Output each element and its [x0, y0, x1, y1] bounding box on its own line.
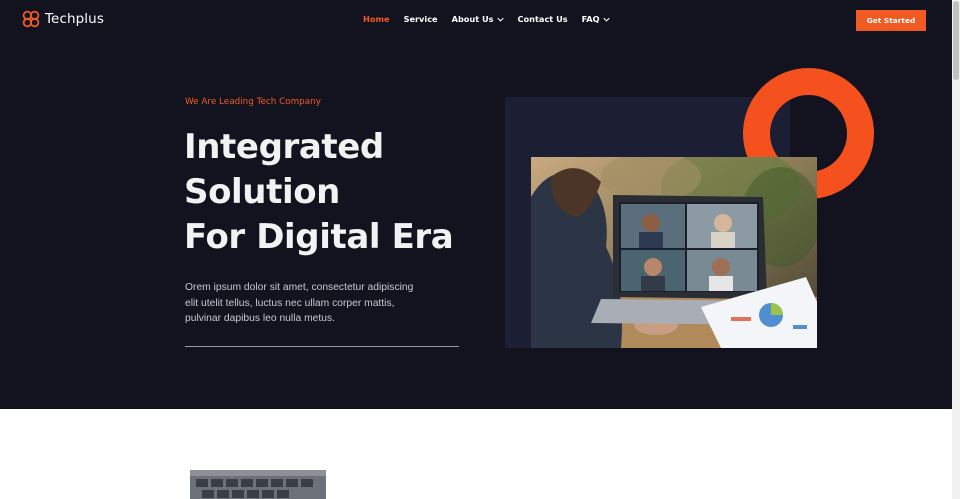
hero-section: Techplus Home Service About Us Contact U…: [0, 0, 952, 409]
scrollbar[interactable]: [952, 0, 960, 499]
hero-divider: [185, 346, 459, 347]
hero-video-call-photo: [531, 157, 817, 348]
get-started-button[interactable]: Get Started: [856, 10, 926, 31]
nav-item-label: FAQ: [581, 14, 600, 24]
keyboard-photo: [190, 470, 326, 499]
scrollbar-thumb[interactable]: [953, 1, 959, 80]
nav-item-label: Service: [403, 14, 438, 24]
chevron-down-icon: [496, 17, 504, 22]
section-heading-partial: [512, 493, 562, 499]
hero-tagline: We Are Leading Tech Company: [185, 97, 321, 107]
headline-line: Solution: [184, 172, 340, 212]
keyboard-illustration: [190, 470, 326, 499]
nav-item-service[interactable]: Service: [404, 14, 438, 24]
page: Techplus Home Service About Us Contact U…: [0, 0, 952, 499]
site-header: Techplus Home Service About Us Contact U…: [0, 0, 952, 42]
nav-item-label: Contact Us: [517, 14, 568, 24]
nav-item-about-us[interactable]: About Us: [452, 14, 504, 24]
techplus-logo-icon: [22, 10, 40, 28]
nav-item-faq[interactable]: FAQ: [582, 14, 610, 24]
nav-item-label: Home: [363, 14, 390, 24]
chevron-down-icon: [602, 17, 610, 22]
nav-item-label: About Us: [451, 14, 494, 24]
nav-item-home[interactable]: Home: [363, 14, 390, 24]
video-call-illustration: [531, 157, 817, 348]
main-nav: Home Service About Us Contact Us FAQ: [363, 14, 624, 24]
hero-headline: Integrated Solution For Digital Era: [184, 125, 454, 260]
headline-line: For Digital Era: [184, 217, 454, 257]
headline-line: Integrated: [184, 127, 384, 167]
brand-logo[interactable]: Techplus: [22, 10, 104, 28]
brand-name: Techplus: [45, 11, 104, 27]
hero-description: Orem ipsum dolor sit amet, consectetur a…: [185, 282, 414, 324]
nav-item-contact-us[interactable]: Contact Us: [518, 14, 568, 24]
